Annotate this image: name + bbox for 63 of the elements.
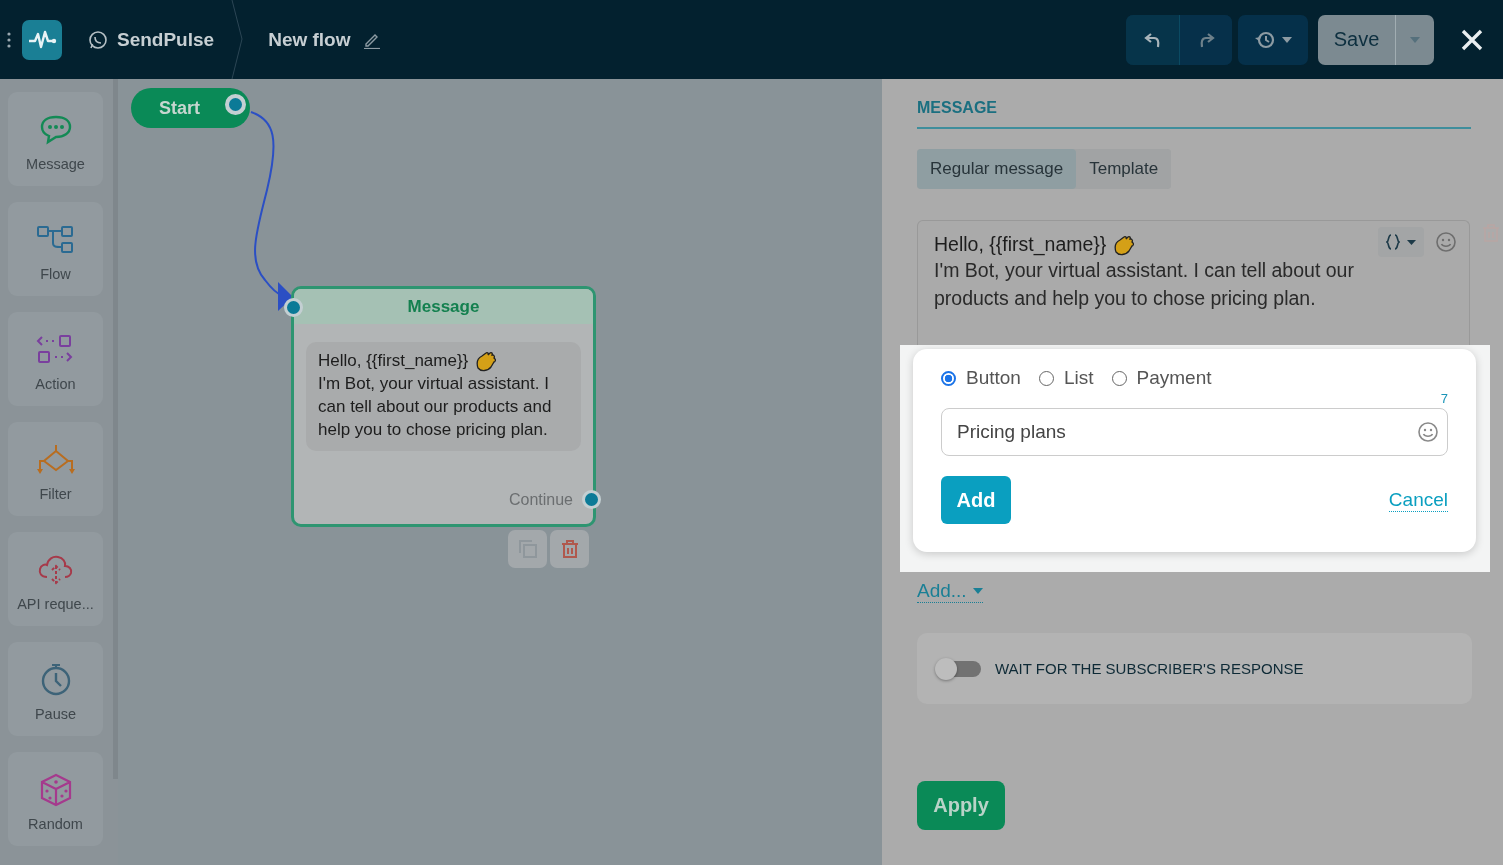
button-text-field[interactable]: Pricing plans [941, 408, 1448, 456]
add-menu-link[interactable]: Add... [917, 580, 983, 603]
brand-name: SendPulse [117, 28, 215, 51]
tool-card[interactable]: Flow [8, 202, 103, 296]
tool-label: Action [35, 375, 76, 392]
greeting-text: Hello, {{first_name}} [318, 351, 469, 371]
tool-card[interactable]: Filter [8, 422, 103, 516]
message-node[interactable]: Message Hello, {{first_name}} I'm Bot, your virtual assistant. I can tell about our products and help you to chose pricing plan. Continue [291, 286, 596, 527]
tool-card[interactable]: Pause [8, 642, 103, 736]
greeting-text: Hello, {{first_name}} [934, 233, 1107, 256]
start-node[interactable]: Start [131, 88, 250, 128]
cancel-link[interactable]: Cancel [1388, 488, 1448, 512]
tool-label: Filter [39, 485, 72, 502]
redo-button[interactable] [1179, 14, 1232, 65]
chat-bubble-icon [88, 29, 108, 50]
more-menu-icon[interactable] [6, 30, 12, 49]
variables-button[interactable] [1378, 227, 1424, 257]
caret-icon [1410, 36, 1420, 43]
scrollbar[interactable] [113, 79, 118, 779]
add-button[interactable]: Add [941, 476, 1011, 524]
waving-hand-icon [474, 350, 497, 372]
toggle-switch[interactable] [937, 660, 981, 677]
output-label: Continue [508, 491, 573, 509]
caret-icon [972, 588, 983, 594]
emoji-icon[interactable] [1417, 421, 1439, 443]
radio-option[interactable]: List [1038, 367, 1094, 389]
output-port[interactable] [225, 94, 246, 115]
tool-label: Pause [34, 705, 77, 722]
apply-button[interactable]: Apply [917, 781, 1005, 830]
radio-option[interactable]: Button [941, 367, 1021, 389]
message-editor[interactable]: Hello, {{first_name}} I'm Bot, your virtual assistant. I can tell about our products and help you to chose pricing plan. [917, 220, 1470, 345]
close-icon[interactable] [1460, 27, 1484, 52]
history-button[interactable] [1238, 14, 1308, 65]
logo-icon[interactable] [22, 19, 62, 60]
trash-icon [559, 539, 580, 559]
waving-hand-icon [1112, 233, 1135, 256]
delete-button[interactable] [550, 530, 589, 568]
save-button[interactable]: Save [1318, 14, 1395, 65]
character-counter: 7 [1439, 391, 1448, 406]
tool-card[interactable]: Random [8, 752, 103, 846]
tool-label: Flow [40, 265, 71, 282]
message-text: I'm Bot, your virtual assistant. I can tell about our products and help you to chose pricing plan. [318, 373, 553, 441]
tool-label: API reque... [17, 595, 94, 612]
tool-card[interactable]: API reque... [8, 532, 103, 626]
start-label: Start [159, 97, 200, 119]
message-type-tab[interactable]: Regular message [917, 149, 1077, 189]
caret-icon [1407, 239, 1416, 245]
history-icon [1254, 29, 1276, 50]
tool-label: Message [26, 155, 85, 172]
flow-title: New flow [268, 28, 351, 51]
tool-label: Random [28, 815, 83, 832]
emoji-icon[interactable] [1435, 231, 1457, 253]
save-options-button[interactable] [1395, 14, 1434, 65]
node-title: Message [294, 289, 593, 324]
braces-icon [1386, 234, 1400, 250]
section-heading: MESSAGE [917, 99, 1471, 129]
undo-button[interactable] [1126, 14, 1179, 65]
tool-card[interactable]: Action [8, 312, 103, 406]
radio-option[interactable]: Payment [1111, 367, 1212, 389]
message-text: I'm Bot, your virtual assistant. I can tell about our products and help you to chose pricing plan. [934, 258, 1355, 311]
toggle-label: WAIT FOR THE SUBSCRIBER'S RESPONSE [995, 660, 1304, 677]
tool-card[interactable]: Message [8, 92, 103, 186]
caret-icon [1282, 36, 1292, 43]
